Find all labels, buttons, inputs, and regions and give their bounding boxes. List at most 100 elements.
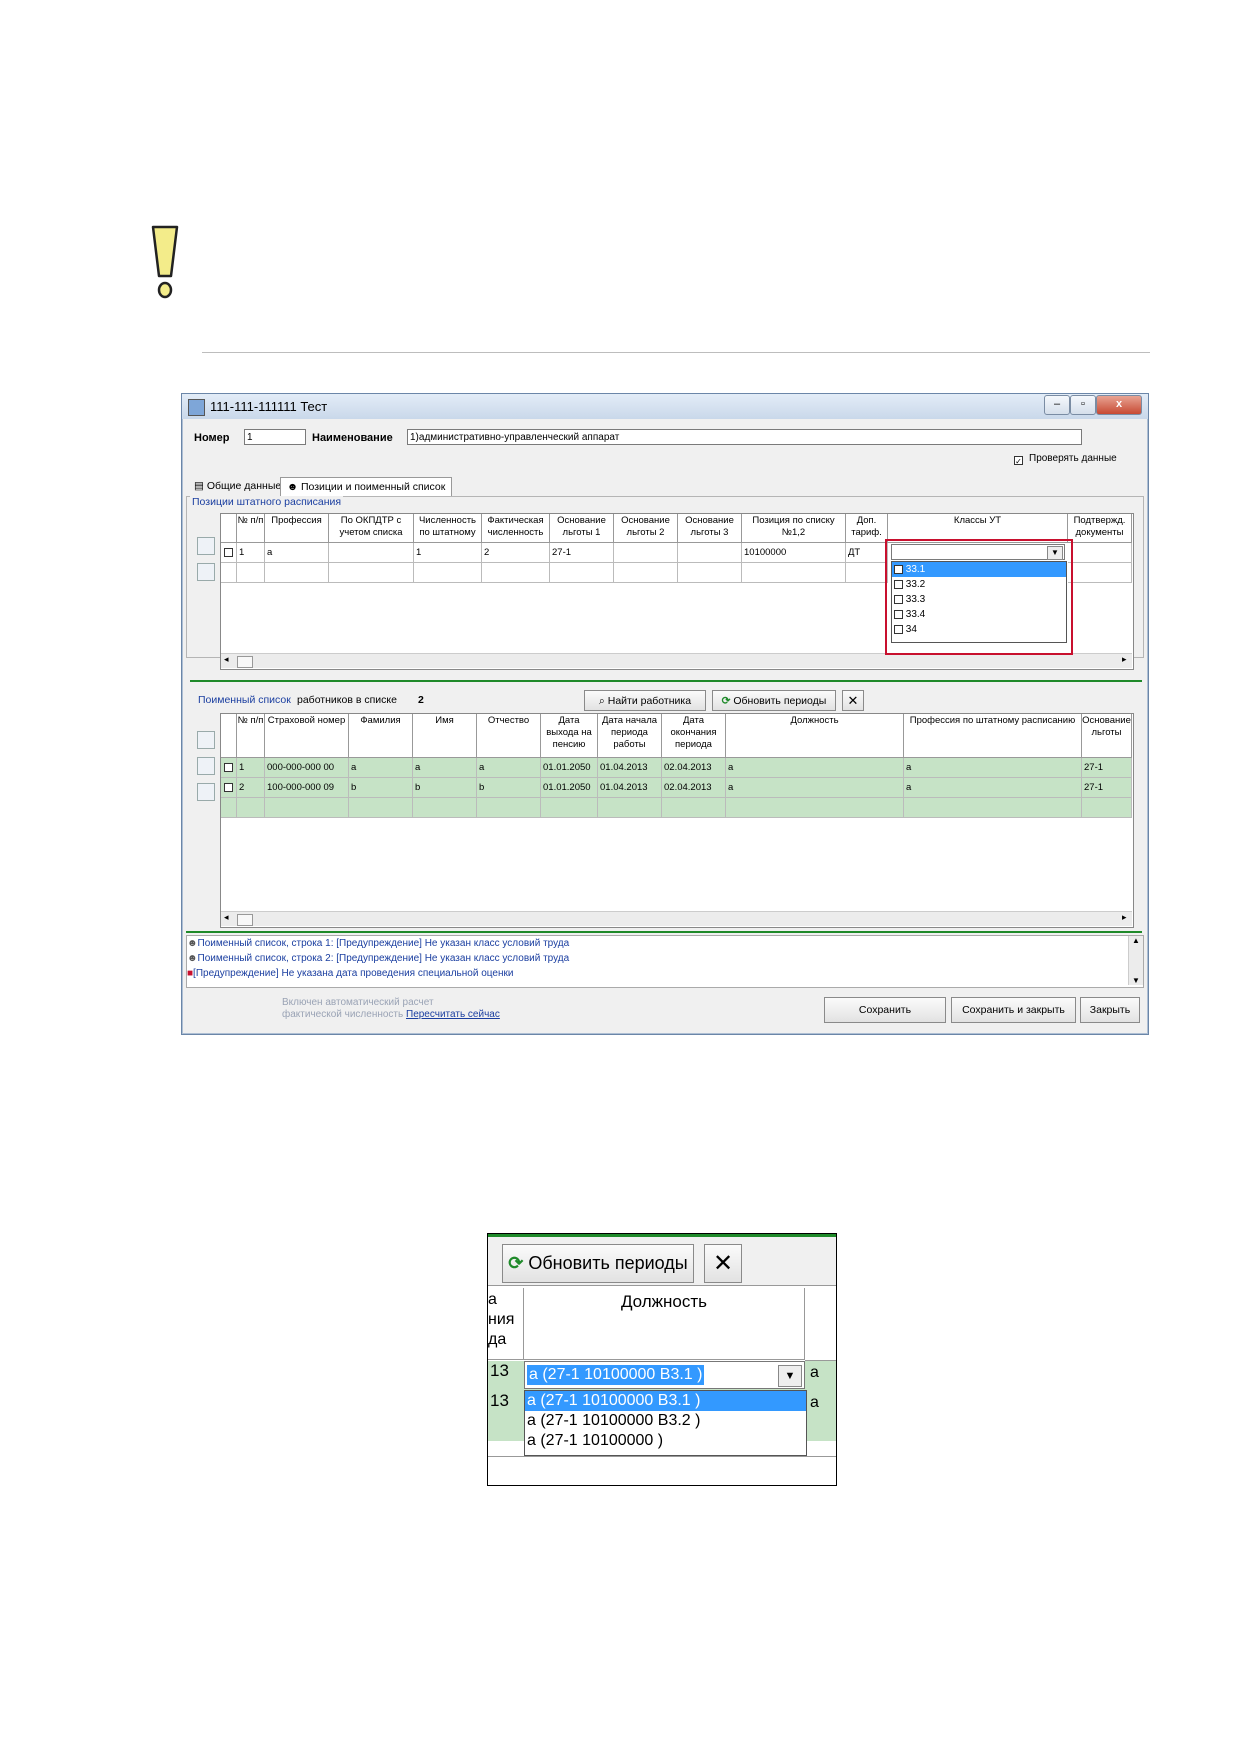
col-header: Профессия [265, 514, 329, 543]
option-checkbox[interactable] [894, 579, 903, 589]
save-button[interactable]: Сохранить [824, 997, 946, 1023]
close-button[interactable]: Закрыть [1080, 997, 1140, 1023]
scroll-right-icon[interactable]: ▸ [1122, 654, 1127, 665]
refresh-periods-button[interactable]: ⟳ Обновить периоды [712, 690, 836, 711]
scroll-right-icon[interactable]: ▸ [1122, 912, 1127, 923]
delete-position-icon[interactable] [197, 563, 215, 581]
positions-scrollbar[interactable]: ◂ ▸ [221, 653, 1132, 668]
scroll-left-icon[interactable]: ◂ [224, 912, 229, 923]
table-cell[interactable]: a [726, 778, 904, 798]
table-cell[interactable]: b [349, 778, 413, 798]
position-option[interactable]: а (27-1 10100000 ) [525, 1431, 806, 1451]
log-entry[interactable]: ☻Поименный список, строка 1: [Предупрежд… [187, 936, 1143, 951]
log-scrollbar[interactable]: ▲ ▼ [1128, 936, 1143, 985]
col-header: Страховой номер [265, 714, 349, 758]
table-cell[interactable]: 02.04.2013 [662, 778, 726, 798]
table-cell[interactable]: 10100000 [742, 543, 846, 563]
table-cell[interactable]: 27-1 [1082, 758, 1132, 778]
left-header-cell: а ния да [488, 1288, 524, 1360]
position-option[interactable]: а (27-1 10100000 В3.2 ) [525, 1411, 806, 1431]
check-data-checkbox[interactable]: ✓ [1014, 456, 1023, 466]
clear-button[interactable]: ✕ [704, 1244, 742, 1283]
row-select-cell[interactable] [221, 543, 237, 563]
table-cell[interactable]: 000-000-000 00 [265, 758, 349, 778]
col-header: № п/п [237, 714, 265, 758]
add-position-icon[interactable] [197, 537, 215, 555]
log-entry[interactable]: ☻Поименный список, строка 2: [Предупрежд… [187, 951, 1143, 966]
scroll-left-icon[interactable]: ◂ [224, 654, 229, 665]
tab-positions[interactable]: ☻ Позиции и поименный список [280, 477, 453, 497]
table-cell[interactable]: 1 [237, 543, 265, 563]
workers-scrollbar[interactable]: ◂ ▸ [221, 911, 1132, 926]
row-select-cell[interactable] [221, 778, 237, 798]
col-header: Основание льготы 2 [614, 514, 678, 543]
table-cell[interactable] [678, 543, 742, 563]
close-window-button[interactable]: x [1096, 395, 1142, 415]
scroll-up-icon[interactable]: ▲ [1129, 936, 1143, 945]
find-worker-button[interactable]: ⌕ Найти работника [584, 690, 706, 711]
table-cell[interactable]: a [904, 758, 1082, 778]
maximize-button[interactable]: ▫ [1070, 395, 1096, 415]
table-cell[interactable] [329, 543, 414, 563]
table-cell[interactable]: ДТ [846, 543, 888, 563]
row-checkbox[interactable] [224, 763, 233, 772]
refresh-periods-button[interactable]: ⟳ Обновить периоды [502, 1244, 694, 1283]
table-cell[interactable]: a [477, 758, 541, 778]
table-cell[interactable] [614, 543, 678, 563]
table-cell[interactable]: a [349, 758, 413, 778]
table-cell[interactable]: a [904, 778, 1082, 798]
option-checkbox[interactable] [894, 564, 903, 574]
edit-worker-icon[interactable] [197, 757, 215, 775]
recalc-link[interactable]: Пересчитать сейчас [406, 1009, 500, 1020]
table-cell[interactable] [1068, 543, 1132, 563]
number-field[interactable]: 1 [244, 429, 306, 445]
log-entry[interactable]: ■[Предупреждение] Не указана дата провед… [187, 966, 1143, 981]
table-cell[interactable]: 2 [237, 778, 265, 798]
classes-option[interactable]: 33.1 [892, 562, 1066, 577]
save-close-button[interactable]: Сохранить и закрыть [951, 997, 1076, 1023]
option-checkbox[interactable] [894, 594, 903, 604]
col-header: Фамилия [349, 714, 413, 758]
table-cell[interactable]: a [726, 758, 904, 778]
table-cell[interactable]: 02.04.2013 [662, 758, 726, 778]
table-cell[interactable]: 1 [414, 543, 482, 563]
table-cell[interactable]: 01.04.2013 [598, 778, 662, 798]
scroll-down-icon[interactable]: ▼ [1129, 976, 1143, 985]
table-cell[interactable]: 27-1 [550, 543, 614, 563]
scroll-thumb[interactable] [237, 914, 253, 926]
table-cell[interactable]: а [265, 543, 329, 563]
classes-option[interactable]: 33.2 [892, 577, 1066, 592]
row-checkbox[interactable] [224, 783, 233, 792]
clear-button[interactable]: ✕ [842, 690, 864, 711]
classes-option[interactable]: 34 [892, 622, 1066, 637]
option-checkbox[interactable] [894, 624, 903, 634]
table-cell[interactable]: b [477, 778, 541, 798]
table-cell[interactable]: b [413, 778, 477, 798]
table-cell[interactable]: a [413, 758, 477, 778]
name-field[interactable]: 1)административно-управленческий аппарат [407, 429, 1082, 445]
scroll-thumb[interactable] [237, 656, 253, 668]
option-checkbox[interactable] [894, 609, 903, 619]
delete-worker-icon[interactable] [197, 783, 215, 801]
table-cell[interactable]: 2 [482, 543, 550, 563]
horizontal-rule [202, 352, 1150, 353]
add-worker-icon[interactable] [197, 731, 215, 749]
table-cell[interactable]: 1 [237, 758, 265, 778]
table-cell[interactable]: 100-000-000 09 [265, 778, 349, 798]
table-cell[interactable]: 01.01.2050 [541, 758, 598, 778]
position-combobox[interactable]: а (27-1 10100000 В3.1 ) ▼ [524, 1361, 805, 1389]
table-cell[interactable]: 01.01.2050 [541, 778, 598, 798]
col-header: Подтвержд. документы [1068, 514, 1132, 543]
row-select-cell[interactable] [221, 758, 237, 778]
chevron-down-icon[interactable]: ▼ [778, 1365, 802, 1387]
classes-combobox[interactable]: ▼ [891, 544, 1065, 560]
table-cell[interactable]: 01.04.2013 [598, 758, 662, 778]
row-checkbox[interactable] [224, 548, 233, 557]
table-cell[interactable]: 27-1 [1082, 778, 1132, 798]
chevron-down-icon[interactable]: ▼ [1047, 546, 1063, 560]
classes-option[interactable]: 33.4 [892, 607, 1066, 622]
position-option[interactable]: а (27-1 10100000 В3.1 ) [525, 1391, 806, 1411]
minimize-button[interactable]: – [1044, 395, 1070, 415]
classes-option[interactable]: 33.3 [892, 592, 1066, 607]
tab-general[interactable]: ▤ Общие данные [188, 477, 287, 496]
